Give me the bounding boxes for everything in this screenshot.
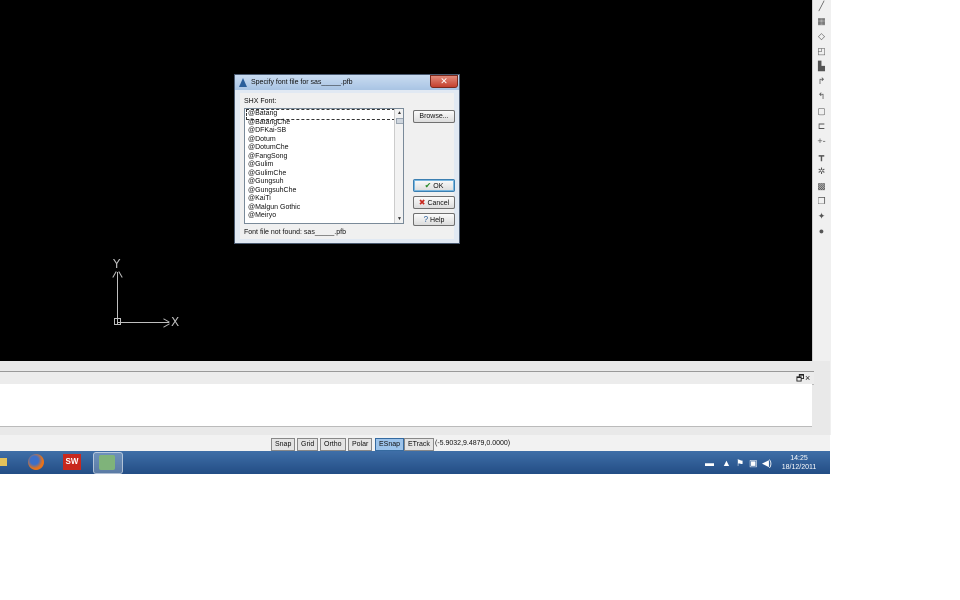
solidworks-icon[interactable]: SW <box>58 452 86 472</box>
close-button[interactable]: ✕ <box>430 75 458 88</box>
ucs-y-label: Y <box>113 257 121 271</box>
help-icon: ? <box>423 215 429 224</box>
font-dialog: Specify font file for sas_____.pfb ✕ SHX… <box>234 74 460 244</box>
ortho-toggle[interactable]: Ortho <box>320 438 346 451</box>
network-icon[interactable]: ▣ <box>749 458 758 468</box>
font-listbox[interactable]: @Batang @BatangChe @DFKai-SB @Dotum @Dot… <box>244 108 404 224</box>
dialog-titlebar[interactable]: Specify font file for sas_____.pfb ✕ <box>235 75 459 90</box>
ok-button[interactable]: ✔ OK <box>413 179 455 192</box>
list-item[interactable]: @DFKai-SB <box>248 127 286 136</box>
status-message: Font file not found: sas_____.pfb <box>244 229 346 236</box>
list-item[interactable]: @Gungsuh <box>248 178 284 187</box>
list-item[interactable]: @Batang <box>246 109 395 120</box>
break-tool-icon[interactable]: ┳ <box>815 151 828 162</box>
help-label: Help <box>430 217 445 224</box>
scale-tool-icon[interactable]: ↰ <box>815 91 828 102</box>
list-item[interactable]: @KaiTi <box>248 195 271 204</box>
list-item[interactable]: @Gulim <box>248 161 273 170</box>
array-tool-icon[interactable]: ▦ <box>815 16 828 27</box>
scroll-thumb[interactable] <box>396 118 403 124</box>
clock[interactable]: 14:25 18/12/2011 <box>776 454 822 472</box>
dialog-title: Specify font file for sas_____.pfb <box>251 79 353 86</box>
list-item[interactable]: @BatangChe <box>248 119 290 128</box>
volume-icon[interactable]: ◀) <box>762 458 772 468</box>
properties-tool-icon[interactable]: ✦ <box>815 211 828 222</box>
coordinate-readout: (-5.9032,9.4879,0.0000) <box>435 440 511 447</box>
show-hidden-icons-icon[interactable]: ▲ <box>722 458 731 468</box>
chamfer-tool-icon[interactable]: ✲ <box>815 166 828 177</box>
etrack-toggle[interactable]: ETrack <box>404 438 434 451</box>
help-button[interactable]: ? Help <box>413 213 455 226</box>
cad-app-icon[interactable] <box>93 452 123 474</box>
offset-tool-icon[interactable]: ◰ <box>815 46 828 57</box>
snap-toggle[interactable]: Snap <box>271 438 296 451</box>
browse-button[interactable]: Browse... <box>413 110 455 123</box>
line-tool-icon[interactable]: ╱ <box>815 1 828 12</box>
mirror-tool-icon[interactable]: ◇ <box>815 31 828 42</box>
fillet-tool-icon[interactable]: ▩ <box>815 181 828 192</box>
command-window-titlebar[interactable]: 🗗 × <box>0 371 814 385</box>
flag-icon[interactable]: ⚑ <box>736 458 744 468</box>
firefox-icon[interactable] <box>22 452 50 472</box>
app-icon <box>239 78 247 87</box>
ucs-y-axis <box>117 272 118 324</box>
list-item[interactable]: @DotumChe <box>248 144 289 153</box>
list-item[interactable]: @FangSong <box>248 153 287 162</box>
esnap-toggle[interactable]: ESnap <box>375 438 405 451</box>
windows-explorer-icon[interactable] <box>0 452 20 472</box>
list-item[interactable]: @GulimChe <box>248 170 286 179</box>
rotate-tool-icon[interactable]: ↱ <box>815 76 828 87</box>
list-item[interactable]: @Dotum <box>248 136 276 145</box>
ok-label: OK <box>433 183 444 190</box>
extend-tool-icon[interactable]: +- <box>815 136 828 147</box>
cancel-button[interactable]: ✖ Cancel <box>413 196 455 209</box>
ucs-x-label: X <box>171 315 180 329</box>
scroll-down-icon[interactable]: ▼ <box>395 215 403 223</box>
restore-icon[interactable]: 🗗 <box>796 372 804 384</box>
dialog-body: SHX Font: @Batang @BatangChe @DFKai-SB @… <box>240 93 455 239</box>
x-icon: ✖ <box>418 198 426 207</box>
stretch-tool-icon[interactable]: ▢ <box>815 106 828 117</box>
list-item[interactable]: @Meiryo <box>248 212 276 221</box>
shx-font-label: SHX Font: <box>244 98 277 105</box>
check-icon: ✔ <box>424 181 432 190</box>
ucs-origin-icon <box>114 318 121 325</box>
copy-tool-icon[interactable]: ❐ <box>815 196 828 207</box>
list-scrollbar[interactable]: ▲ ▼ <box>394 109 403 223</box>
cancel-label: Cancel <box>427 200 450 207</box>
keyboard-icon[interactable]: ▬ <box>705 458 714 468</box>
ucs-x-axis <box>117 322 169 323</box>
scroll-up-icon[interactable]: ▲ <box>395 109 403 117</box>
move-tool-icon[interactable]: ▙ <box>815 61 828 72</box>
polar-toggle[interactable]: Polar <box>348 438 373 451</box>
trim-tool-icon[interactable]: ⊏ <box>815 121 828 132</box>
command-history[interactable] <box>0 384 812 427</box>
clock-date: 18/12/2011 <box>781 464 817 471</box>
grid-toggle[interactable]: Grid <box>297 438 319 451</box>
list-item[interactable]: @GungsuhChe <box>248 187 296 196</box>
close-icon[interactable]: × <box>805 372 810 384</box>
clock-time: 14:25 <box>790 455 808 462</box>
explode-tool-icon[interactable]: ● <box>815 226 828 237</box>
list-item[interactable]: @Malgun Gothic <box>248 204 300 213</box>
